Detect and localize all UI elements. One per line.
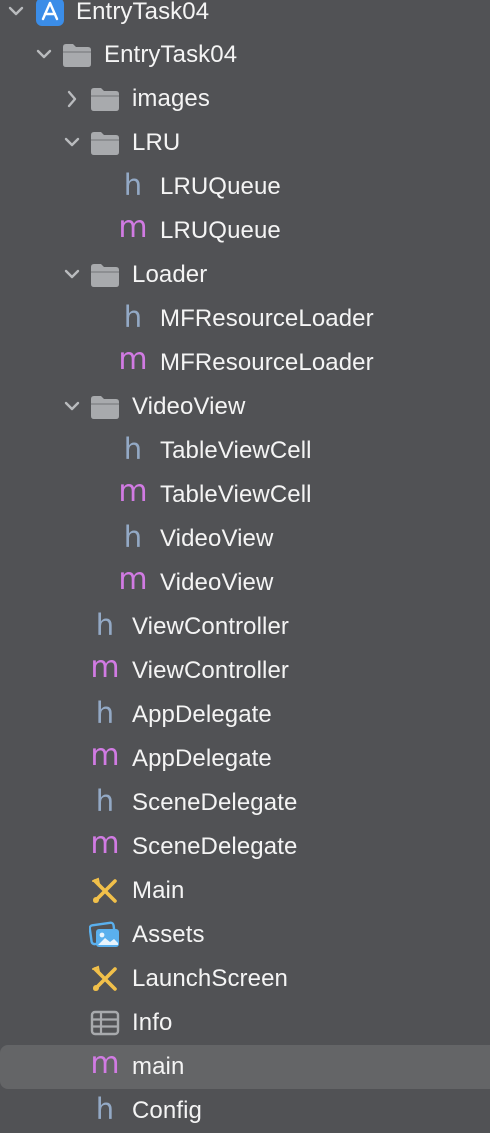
folder-icon: [89, 391, 121, 423]
tree-row-videoview-m[interactable]: m VideoView: [0, 561, 490, 605]
tree-label: LaunchScreen: [132, 965, 288, 992]
project-navigator: EntryTask04 EntryTask04 images LRU h LRU…: [0, 0, 490, 1126]
tree-row-appdelegate-m[interactable]: m AppDelegate: [0, 737, 490, 781]
chevron-right-icon[interactable]: [64, 88, 80, 110]
tree-row-scenedelegate-h[interactable]: h SceneDelegate: [0, 781, 490, 825]
tree-row-info[interactable]: Info: [0, 1001, 490, 1045]
tree-label: Info: [132, 1009, 173, 1036]
tree-row-lruqueue-h[interactable]: h LRUQueue: [0, 165, 490, 209]
tree-row-tableviewcell-h[interactable]: h TableViewCell: [0, 429, 490, 473]
tree-label: VideoView: [160, 569, 274, 596]
tree-row-scenedelegate-m[interactable]: m SceneDelegate: [0, 825, 490, 869]
tree-label: Loader: [132, 261, 208, 288]
tree-label: SceneDelegate: [132, 833, 298, 860]
tree-row-viewcontroller-m[interactable]: m ViewController: [0, 649, 490, 693]
folder-icon: [89, 259, 121, 291]
source-file-icon: m: [90, 826, 120, 861]
tree-row-videoview-folder[interactable]: VideoView: [0, 385, 490, 429]
tree-label: ViewController: [132, 657, 290, 684]
header-file-icon: h: [95, 607, 115, 642]
tree-row-mfresourceloader-h[interactable]: h MFResourceLoader: [0, 297, 490, 341]
property-list-icon: [89, 1007, 121, 1039]
tree-label: Assets: [132, 921, 205, 948]
tree-label: MFResourceLoader: [160, 349, 374, 376]
source-file-icon: m: [90, 738, 120, 773]
xcode-project-icon: [34, 0, 66, 28]
tree-label: LRUQueue: [160, 173, 281, 200]
storyboard-icon: [89, 963, 121, 995]
tree-label: Main: [132, 877, 185, 904]
source-file-icon: m: [118, 342, 148, 377]
header-file-icon: h: [95, 783, 115, 818]
source-file-icon: m: [90, 1046, 120, 1081]
tree-label: VideoView: [132, 393, 246, 420]
tree-label: ViewController: [132, 613, 290, 640]
tree-label: AppDelegate: [132, 745, 272, 772]
storyboard-icon: [89, 875, 121, 907]
chevron-down-icon[interactable]: [36, 44, 52, 66]
source-file-icon: m: [118, 562, 148, 597]
tree-label: SceneDelegate: [132, 789, 298, 816]
tree-row-main-m[interactable]: m main: [0, 1045, 490, 1089]
tree-label: EntryTask04: [76, 0, 210, 25]
tree-label: Config: [132, 1097, 202, 1124]
tree-row-lru[interactable]: LRU: [0, 121, 490, 165]
header-file-icon: h: [123, 431, 143, 466]
tree-row-appdelegate-h[interactable]: h AppDelegate: [0, 693, 490, 737]
tree-label: TableViewCell: [160, 481, 312, 508]
header-file-icon: h: [95, 1091, 115, 1126]
chevron-down-icon[interactable]: [64, 264, 80, 286]
tree-row-viewcontroller-h[interactable]: h ViewController: [0, 605, 490, 649]
tree-row-project[interactable]: EntryTask04: [0, 0, 490, 34]
tree-label: EntryTask04: [104, 41, 238, 68]
source-file-icon: m: [118, 210, 148, 245]
tree-label: LRUQueue: [160, 217, 281, 244]
header-file-icon: h: [123, 167, 143, 202]
tree-label: images: [132, 85, 210, 112]
asset-catalog-icon: [89, 919, 121, 951]
tree-row-config-h[interactable]: h Config: [0, 1089, 490, 1133]
tree-label: VideoView: [160, 525, 274, 552]
tree-row-assets[interactable]: Assets: [0, 913, 490, 957]
chevron-down-icon[interactable]: [8, 1, 24, 23]
tree-row-tableviewcell-m[interactable]: m TableViewCell: [0, 473, 490, 517]
tree-label: LRU: [132, 129, 181, 156]
tree-row-launchscreen[interactable]: LaunchScreen: [0, 957, 490, 1001]
tree-row-loader[interactable]: Loader: [0, 253, 490, 297]
tree-row-lruqueue-m[interactable]: m LRUQueue: [0, 209, 490, 253]
chevron-down-icon[interactable]: [64, 396, 80, 418]
source-file-icon: m: [118, 474, 148, 509]
chevron-down-icon[interactable]: [64, 132, 80, 154]
source-file-icon: m: [90, 650, 120, 685]
tree-row-group-entrytask04[interactable]: EntryTask04: [0, 33, 490, 77]
tree-row-images[interactable]: images: [0, 77, 490, 121]
tree-label: MFResourceLoader: [160, 305, 374, 332]
tree-row-main-storyboard[interactable]: Main: [0, 869, 490, 913]
folder-icon: [89, 83, 121, 115]
header-file-icon: h: [123, 299, 143, 334]
folder-icon: [89, 127, 121, 159]
header-file-icon: h: [95, 695, 115, 730]
header-file-icon: h: [123, 519, 143, 554]
tree-row-videoview-h[interactable]: h VideoView: [0, 517, 490, 561]
tree-row-mfresourceloader-m[interactable]: m MFResourceLoader: [0, 341, 490, 385]
tree-label: main: [132, 1053, 185, 1080]
tree-label: TableViewCell: [160, 437, 312, 464]
tree-label: AppDelegate: [132, 701, 272, 728]
folder-icon: [61, 39, 93, 71]
